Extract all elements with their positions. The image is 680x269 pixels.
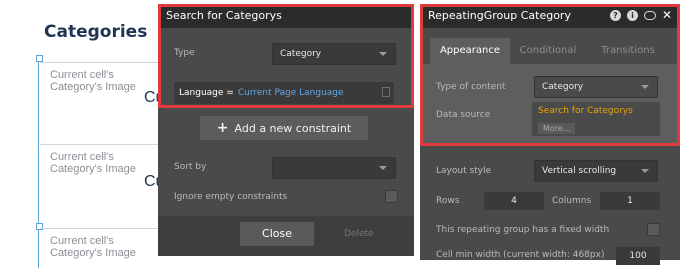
rows-label: Rows: [436, 196, 460, 206]
help-icon[interactable]: ?: [609, 10, 621, 21]
repeating-group-panel: RepeatingGroup Category ? i ✕ Appearance…: [420, 4, 680, 265]
trash-icon[interactable]: [382, 87, 390, 97]
delete-button[interactable]: Delete: [344, 222, 374, 246]
constraint-value[interactable]: Current Page Language: [238, 88, 344, 98]
type-of-content-label: Type of content: [436, 82, 506, 92]
type-value: Category: [280, 49, 322, 59]
type-dropdown[interactable]: Category: [272, 43, 396, 65]
layout-style-dropdown[interactable]: Vertical scrolling: [534, 160, 658, 182]
comment-icon[interactable]: [643, 11, 656, 20]
sort-by-dropdown[interactable]: [272, 157, 396, 179]
fixed-width-label: This repeating group has a fixed width: [436, 225, 610, 235]
sort-by-label: Sort by: [174, 162, 207, 172]
rows-input[interactable]: 4: [484, 192, 544, 210]
ignore-empty-checkbox[interactable]: [385, 190, 398, 203]
min-width-input[interactable]: 100: [616, 247, 660, 265]
search-panel-title: Search for Categorys: [158, 4, 414, 28]
chevron-down-icon: [641, 169, 649, 173]
fixed-width-checkbox[interactable]: [647, 223, 660, 236]
chevron-down-icon: [379, 52, 387, 56]
add-constraint-button[interactable]: + Add a new constraint: [200, 116, 368, 140]
data-source-label: Data source: [436, 110, 491, 120]
data-source-link[interactable]: Search for Categorys: [538, 106, 654, 116]
panel-header-icons: ? i ✕: [609, 9, 672, 21]
close-button[interactable]: Close: [240, 222, 314, 246]
tab-conditional[interactable]: Conditional: [512, 38, 584, 64]
constraint-row[interactable]: Language = Current Page Language: [174, 82, 394, 104]
cell-image-label: Current cell's Category's Image: [50, 235, 136, 259]
layout-style-label: Layout style: [436, 166, 492, 176]
add-constraint-label: Add a new constraint: [234, 122, 352, 135]
data-source-field[interactable]: Search for Categorys More...: [532, 102, 660, 136]
chevron-down-icon: [379, 166, 387, 170]
plus-icon: +: [216, 120, 229, 136]
tab-appearance[interactable]: Appearance: [430, 38, 510, 64]
tab-strip: Appearance Conditional Transitions: [420, 28, 680, 64]
layout-style-value: Vertical scrolling: [542, 166, 617, 176]
info-icon[interactable]: i: [626, 10, 638, 21]
chevron-down-icon: [641, 85, 649, 89]
more-button[interactable]: More...: [538, 123, 576, 134]
canvas-title: Categories: [44, 22, 148, 42]
resize-handle[interactable]: [36, 55, 43, 62]
columns-input[interactable]: 1: [600, 192, 660, 210]
columns-label: Columns: [552, 196, 592, 206]
min-width-label: Cell min width (current width: 468px): [436, 250, 605, 260]
type-of-content-dropdown[interactable]: Category: [534, 76, 658, 98]
search-panel: Search for Categorys Type Category Langu…: [158, 4, 414, 256]
cell-image-label: Current cell's Category's Image: [50, 69, 136, 93]
type-of-content-value: Category: [542, 82, 584, 92]
type-label: Type: [174, 48, 195, 58]
ignore-empty-label: Ignore empty constraints: [174, 192, 288, 202]
cell-image-label: Current cell's Category's Image: [50, 151, 136, 175]
tab-transitions[interactable]: Transitions: [588, 38, 668, 64]
close-icon[interactable]: ✕: [662, 9, 672, 21]
constraint-key: Language =: [179, 88, 234, 98]
